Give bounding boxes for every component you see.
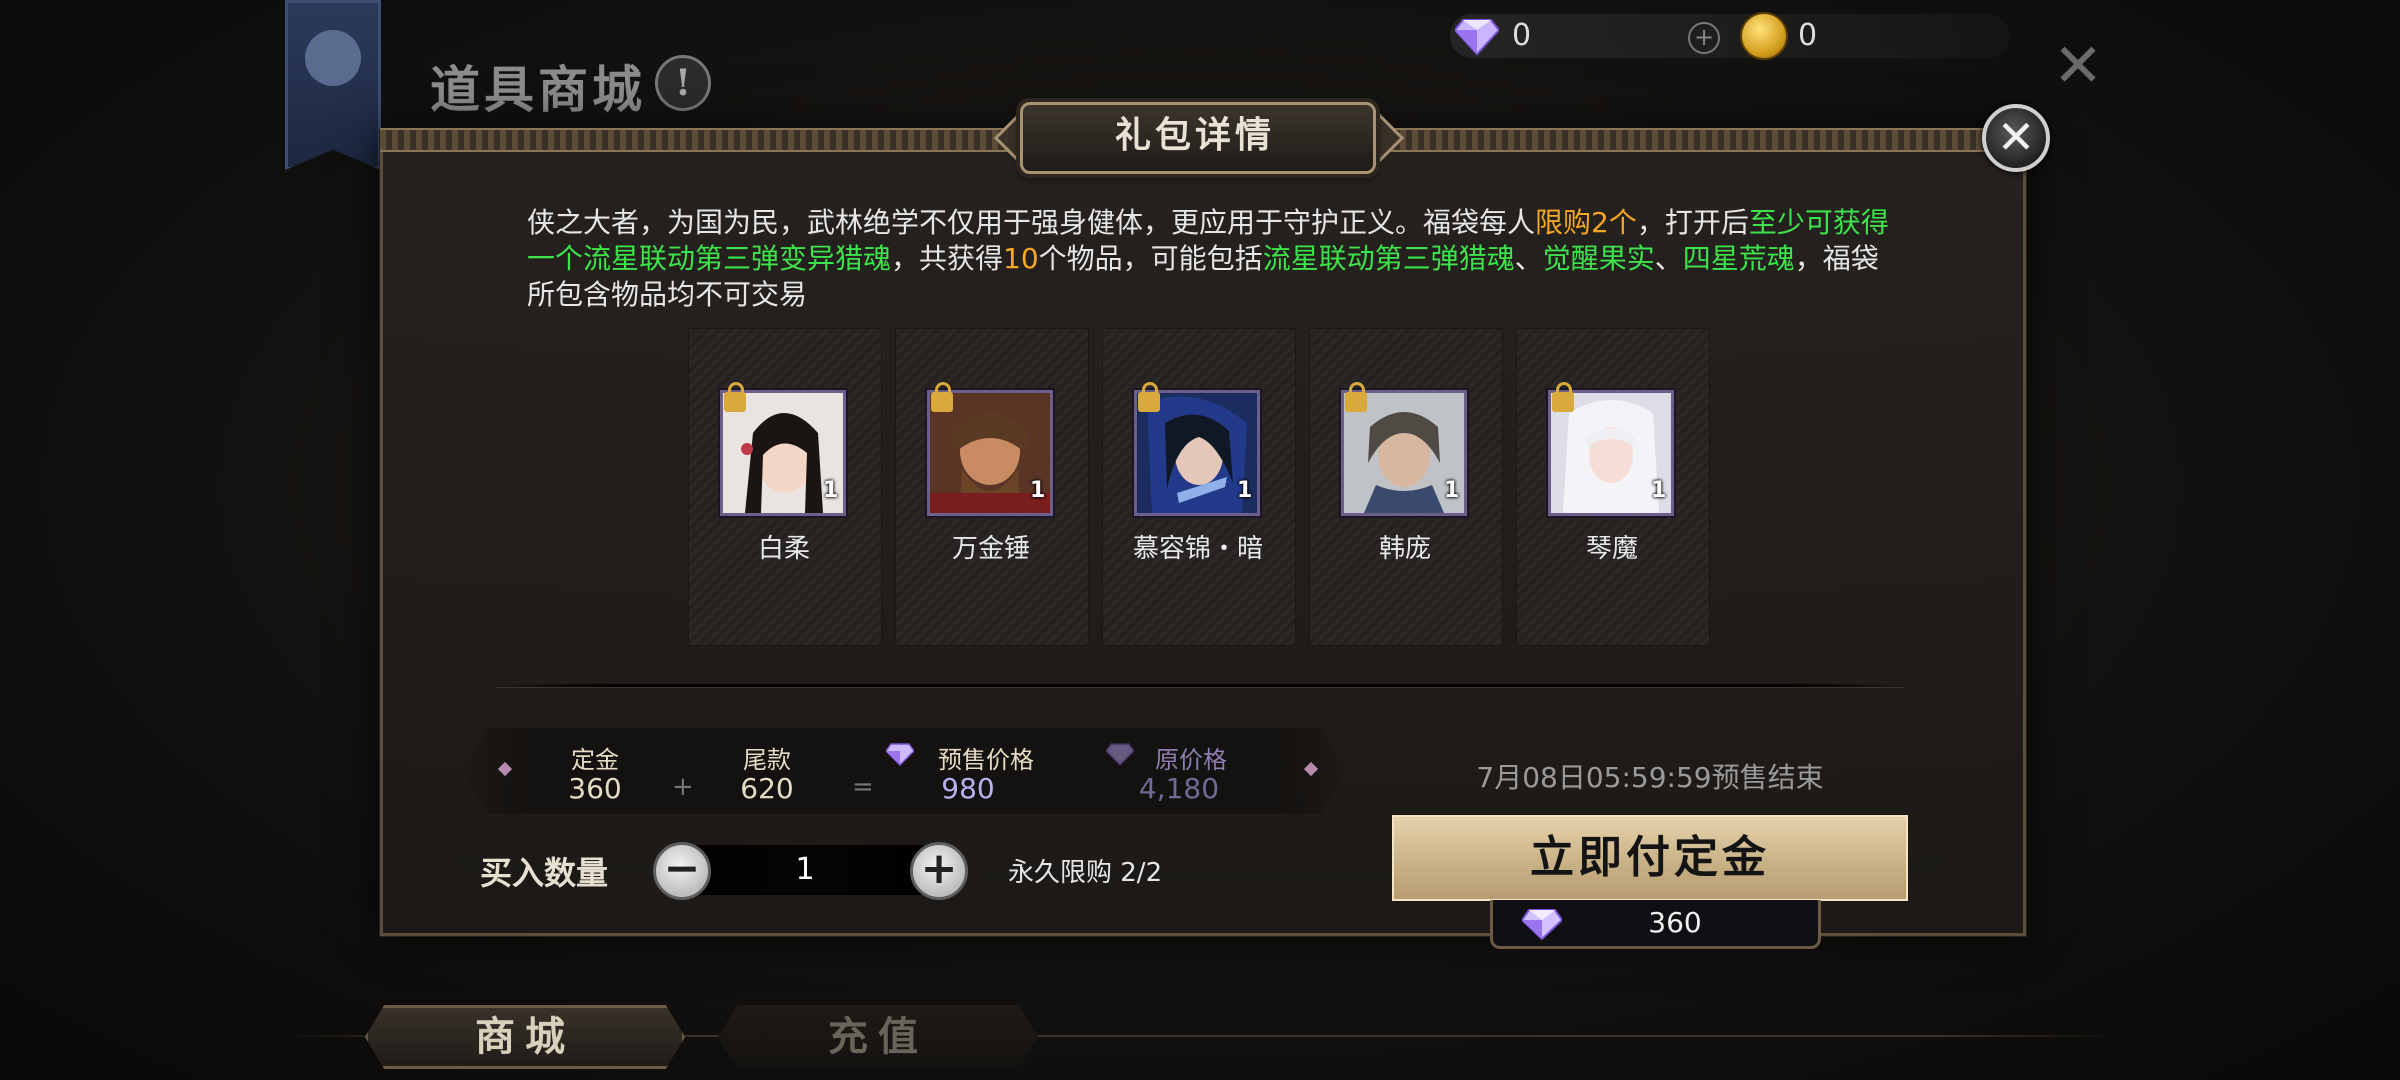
item-name: 慕容锦・暗 [1132, 534, 1263, 564]
desc-part: 侠之大者，为国为民，武林绝学不仅用于强身健体，更应用于守护正义。福袋每人 [527, 206, 1536, 239]
lock-icon [1345, 382, 1367, 412]
original-price-value: 4,180 [1138, 772, 1220, 805]
lock-icon [931, 382, 953, 412]
item-quantity: 1 [1444, 478, 1460, 503]
plus-sign: + [672, 772, 694, 802]
tab-shop-label[interactable]: 商城 [365, 1005, 685, 1069]
gold-coin-icon [1740, 12, 1788, 60]
desc-part: ，打开后 [1636, 206, 1749, 239]
section-divider [495, 684, 1905, 688]
package-description: 侠之大者，为国为民，武林绝学不仅用于强身健体，更应用于守护正义。福袋每人限购2个… [527, 205, 1897, 313]
desc-highlight: 10 [1003, 242, 1039, 275]
item-quantity: 1 [1030, 478, 1046, 503]
equals-sign: = [852, 772, 874, 802]
purchase-limit: 永久限购 2/2 [1008, 858, 1163, 888]
gem-balance: 0 [1512, 18, 1532, 53]
original-price-label: 原价格 [1155, 746, 1227, 774]
balance-label: 尾款 [743, 746, 791, 774]
info-icon[interactable]: ! [655, 55, 711, 111]
balance-value: 620 [740, 772, 794, 805]
diamond-icon [1455, 19, 1499, 56]
presale-end-time: 7月08日05:59:59预售结束 [1476, 761, 1824, 794]
lock-icon [724, 382, 746, 412]
quantity-value[interactable]: 1 [680, 845, 930, 895]
pay-cost-value: 360 [1648, 906, 1702, 939]
desc-part: ，共获得 [891, 242, 1004, 275]
presale-label: 预售价格 [938, 746, 1034, 774]
desc-highlight: 觉醒果实 [1542, 242, 1655, 275]
page-title: 道具商城 [430, 60, 646, 119]
desc-part: 、 [1654, 242, 1683, 275]
quantity-label: 买入数量 [480, 854, 609, 892]
desc-part: 、 [1514, 242, 1543, 275]
item-quantity: 1 [1651, 478, 1667, 503]
item-quantity: 1 [1237, 478, 1253, 503]
lock-icon [1552, 382, 1574, 412]
tab-recharge-label[interactable]: 充值 [718, 1005, 1038, 1069]
increase-quantity-button[interactable]: + [910, 842, 968, 900]
deposit-value: 360 [568, 772, 622, 805]
item-name: 万金锤 [951, 534, 1030, 564]
item-quantity: 1 [823, 478, 839, 503]
item-name: 琴魔 [1585, 534, 1638, 564]
decrease-quantity-button[interactable]: − [653, 842, 711, 900]
desc-highlight: 流星联动第三弹猎魂 [1262, 242, 1515, 275]
desc-highlight: 限购2个 [1535, 206, 1637, 239]
currency-bar [1450, 14, 2010, 58]
item-name: 白柔 [757, 534, 810, 564]
desc-part: 个物品，可能包括 [1038, 242, 1263, 275]
add-currency-icon[interactable]: + [1688, 22, 1720, 54]
dialog-title: 礼包详情 [1114, 114, 1275, 156]
item-name: 韩庞 [1378, 534, 1431, 564]
deposit-label: 定金 [571, 746, 619, 774]
close-dialog-button[interactable]: ✕ [1982, 104, 2050, 172]
coin-balance: 0 [1798, 18, 1818, 53]
pay-deposit-label[interactable]: 立即付定金 [1392, 815, 1908, 901]
close-shop-icon[interactable]: ✕ [2052, 36, 2104, 96]
money-bag-icon [305, 30, 361, 86]
desc-highlight: 四星荒魂 [1682, 242, 1795, 275]
lock-icon [1138, 382, 1160, 412]
presale-value: 980 [941, 772, 995, 805]
diamond-icon [1522, 909, 1562, 940]
